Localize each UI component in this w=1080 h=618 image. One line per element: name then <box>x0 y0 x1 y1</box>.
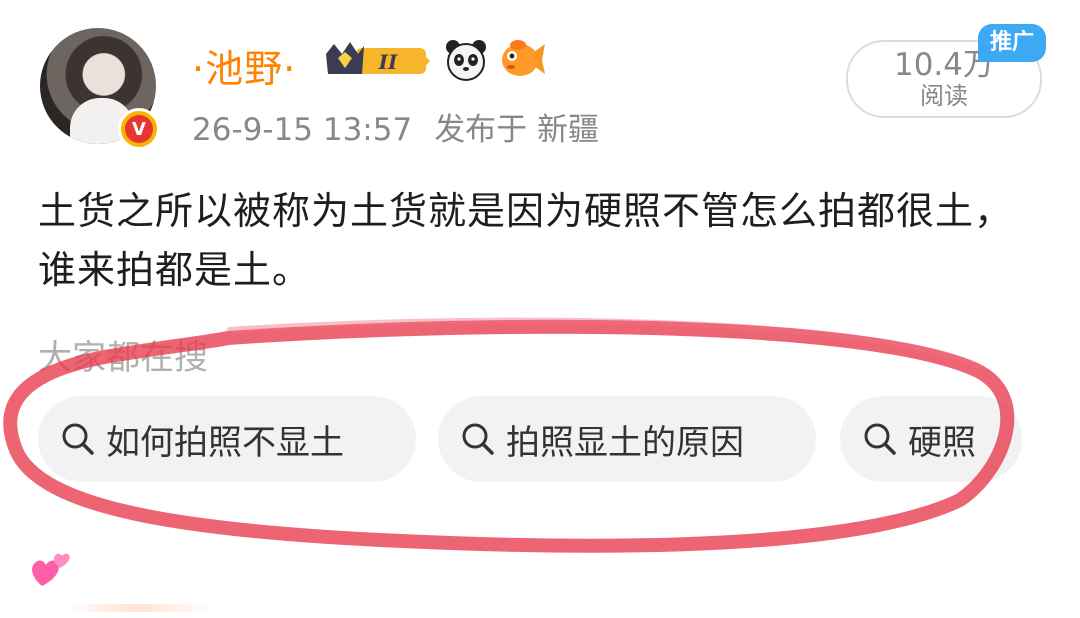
level-badge-text: II <box>378 50 398 74</box>
search-icon <box>62 423 94 455</box>
search-chip[interactable]: 拍照显土的原因 <box>438 396 816 482</box>
username[interactable]: ·池野· <box>192 38 296 93</box>
search-icon <box>462 423 494 455</box>
search-chip[interactable]: 如何拍照不显土 <box>38 396 416 482</box>
post-time: 26-9-15 13:57 <box>192 112 413 148</box>
read-count-label: 阅读 <box>920 82 968 110</box>
search-chip-label: 硬照 <box>908 422 976 463</box>
search-icon <box>864 423 896 455</box>
panda-icon <box>446 40 486 81</box>
search-chip-label: 拍照显土的原因 <box>506 422 744 463</box>
search-chip-label: 如何拍照不显土 <box>106 422 344 463</box>
verified-badge-label: V <box>125 115 153 143</box>
divider <box>64 604 212 612</box>
post-location: 发布于 新疆 <box>434 112 600 148</box>
post-meta: 26-9-15 13:57 发布于 新疆 <box>192 104 599 149</box>
post-text[interactable]: 土货之所以被称为土货就是因为硬照不管怎么拍都很土，谁来拍都是土。 <box>38 182 1048 300</box>
promo-tag: 推广 <box>978 24 1046 62</box>
goldfish-icon <box>502 40 545 76</box>
search-section-title: 大家都在搜 <box>38 338 208 378</box>
hearts-icon[interactable] <box>28 548 74 590</box>
search-chip[interactable]: 硬照 <box>840 396 1022 482</box>
crown-level-badge-icon[interactable]: II <box>322 40 432 80</box>
verified-badge-icon: V <box>118 108 160 150</box>
